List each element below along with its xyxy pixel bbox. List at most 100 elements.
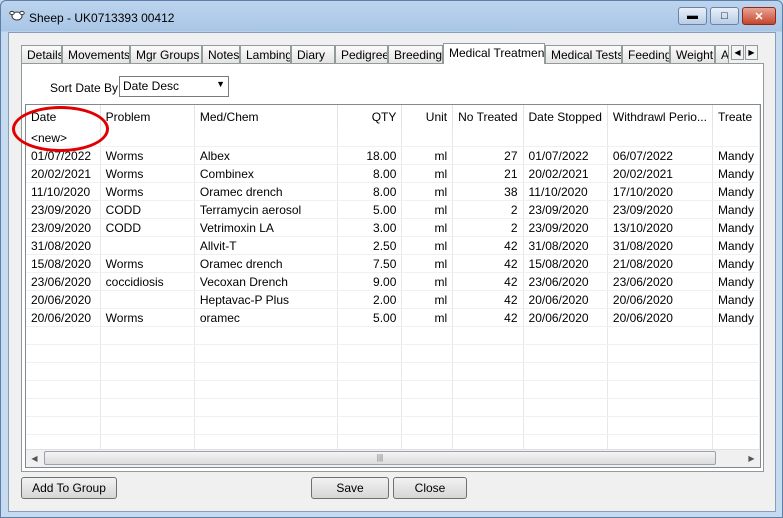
- tab-weight[interactable]: Weight: [670, 45, 715, 63]
- table-cell[interactable]: ml: [401, 272, 454, 291]
- table-cell[interactable]: 2.00: [337, 290, 403, 309]
- add-to-group-button[interactable]: Add To Group: [21, 477, 117, 499]
- table-cell[interactable]: coccidiosis: [100, 272, 195, 291]
- table-cell[interactable]: ml: [401, 236, 454, 255]
- table-cell[interactable]: Mandy: [712, 290, 760, 309]
- table-cell[interactable]: 20/02/2021: [523, 164, 608, 183]
- table-row[interactable]: 23/06/2020 coccidiosis Vecoxan Drench 9.00 m…: [26, 272, 760, 291]
- column-header-problem[interactable]: Problem: [100, 105, 195, 129]
- table-cell[interactable]: 7.50: [337, 254, 403, 273]
- close-window-button[interactable]: ✕: [742, 7, 776, 25]
- tab-pedigree[interactable]: Pedigree: [335, 45, 388, 63]
- tab-movements[interactable]: Movements: [62, 45, 130, 63]
- tab-diary[interactable]: Diary: [291, 45, 335, 63]
- table-cell[interactable]: Oramec drench: [194, 182, 338, 201]
- tab-medical-tests[interactable]: Medical Tests: [545, 45, 622, 63]
- tab-feeding[interactable]: Feeding: [622, 45, 670, 63]
- column-header-unit[interactable]: Unit: [401, 105, 454, 129]
- table-cell[interactable]: 31/08/2020: [26, 236, 101, 255]
- table-cell[interactable]: 23/09/2020: [607, 200, 713, 219]
- table-cell[interactable]: Albex: [194, 146, 338, 165]
- table-row[interactable]: 23/09/2020 CODD Terramycin aerosol 5.00 ml 2 2…: [26, 200, 760, 219]
- scroll-left-icon[interactable]: ◀: [26, 450, 43, 467]
- tab-scroll-right-icon[interactable]: ▶: [745, 45, 758, 60]
- table-cell[interactable]: 11/10/2020: [26, 182, 101, 201]
- table-cell[interactable]: 21: [452, 164, 524, 183]
- table-row[interactable]: 11/10/2020 Worms Oramec drench 8.00 ml 38 11/1…: [26, 182, 760, 201]
- table-cell[interactable]: 23/09/2020: [26, 218, 101, 237]
- table-cell[interactable]: ml: [401, 308, 454, 327]
- table-cell[interactable]: [100, 290, 195, 309]
- table-cell[interactable]: CODD: [100, 218, 195, 237]
- table-cell[interactable]: Mandy: [712, 308, 760, 327]
- table-cell[interactable]: ml: [401, 182, 454, 201]
- table-cell[interactable]: ml: [401, 164, 454, 183]
- tab-mgr-groups[interactable]: Mgr Groups: [130, 45, 202, 63]
- table-cell[interactable]: Mandy: [712, 272, 760, 291]
- table-cell[interactable]: 23/06/2020: [607, 272, 713, 291]
- table-cell[interactable]: 20/06/2020: [26, 290, 101, 309]
- table-cell[interactable]: 42: [452, 290, 524, 309]
- table-cell[interactable]: 42: [452, 272, 524, 291]
- table-cell[interactable]: 31/08/2020: [523, 236, 608, 255]
- table-row[interactable]: 31/08/2020 Allvit-T 2.50 ml 42 31/08/2020 31/0…: [26, 236, 760, 255]
- table-cell[interactable]: ml: [401, 254, 454, 273]
- column-header-no-treated[interactable]: No Treated: [452, 105, 524, 129]
- table-cell[interactable]: ml: [401, 146, 454, 165]
- table-cell[interactable]: 23/09/2020: [26, 200, 101, 219]
- table-cell[interactable]: 8.00: [337, 182, 403, 201]
- scrollbar-thumb[interactable]: |||: [44, 451, 716, 465]
- table-cell[interactable]: 42: [452, 254, 524, 273]
- table-cell[interactable]: 9.00: [337, 272, 403, 291]
- table-cell[interactable]: 23/06/2020: [523, 272, 608, 291]
- column-header-date-stopped[interactable]: Date Stopped: [523, 105, 608, 129]
- title-bar[interactable]: Sheep - UK0713393 00412 ▬ □ ✕: [1, 1, 782, 33]
- new-row-label[interactable]: <new>: [26, 129, 101, 147]
- table-cell[interactable]: 20/06/2020: [523, 290, 608, 309]
- table-cell[interactable]: Mandy: [712, 236, 760, 255]
- table-row[interactable]: 23/09/2020 CODD Vetrimoxin LA 3.00 ml 2 23/09/…: [26, 218, 760, 237]
- table-cell[interactable]: 42: [452, 236, 524, 255]
- table-row[interactable]: 15/08/2020 Worms Oramec drench 7.50 ml 42 15/0…: [26, 254, 760, 273]
- tab-notes[interactable]: Notes: [202, 45, 240, 63]
- table-cell[interactable]: Mandy: [712, 182, 760, 201]
- table-cell[interactable]: 17/10/2020: [607, 182, 713, 201]
- table-cell[interactable]: Mandy: [712, 146, 760, 165]
- maximize-button[interactable]: □: [710, 7, 739, 25]
- scroll-right-icon[interactable]: ▶: [743, 450, 760, 467]
- table-cell[interactable]: Worms: [100, 182, 195, 201]
- table-cell[interactable]: 15/08/2020: [523, 254, 608, 273]
- tab-breeding[interactable]: Breeding: [388, 45, 443, 63]
- table-cell[interactable]: 18.00: [337, 146, 403, 165]
- table-cell[interactable]: ml: [401, 218, 454, 237]
- table-cell[interactable]: Mandy: [712, 200, 760, 219]
- table-cell[interactable]: 20/02/2021: [26, 164, 101, 183]
- table-cell[interactable]: 21/08/2020: [607, 254, 713, 273]
- table-cell[interactable]: 06/07/2022: [607, 146, 713, 165]
- table-cell[interactable]: CODD: [100, 200, 195, 219]
- table-cell[interactable]: 8.00: [337, 164, 403, 183]
- table-cell[interactable]: 42: [452, 308, 524, 327]
- table-cell[interactable]: [100, 236, 195, 255]
- column-header-withdrawl-period[interactable]: Withdrawl Perio...: [607, 105, 713, 129]
- table-cell[interactable]: Mandy: [712, 164, 760, 183]
- table-row[interactable]: 20/02/2021 Worms Combinex 8.00 ml 21 20/02/202…: [26, 164, 760, 183]
- table-cell[interactable]: Worms: [100, 164, 195, 183]
- column-header-qty[interactable]: QTY: [337, 105, 403, 129]
- table-cell[interactable]: Mandy: [712, 254, 760, 273]
- new-row[interactable]: <new>: [26, 129, 760, 147]
- tab-lambing[interactable]: Lambing: [240, 45, 291, 63]
- table-cell[interactable]: Oramec drench: [194, 254, 338, 273]
- table-cell[interactable]: 23/06/2020: [26, 272, 101, 291]
- table-cell[interactable]: 20/06/2020: [607, 290, 713, 309]
- table-cell[interactable]: 20/06/2020: [523, 308, 608, 327]
- table-cell[interactable]: Allvit-T: [194, 236, 338, 255]
- table-cell[interactable]: 2: [452, 200, 524, 219]
- table-cell[interactable]: ml: [401, 200, 454, 219]
- table-row[interactable]: 20/06/2020 Heptavac-P Plus 2.00 ml 42 20/06/2…: [26, 290, 760, 309]
- table-cell[interactable]: 23/09/2020: [523, 218, 608, 237]
- table-cell[interactable]: oramec: [194, 308, 338, 327]
- horizontal-scrollbar[interactable]: ◀ ||| ▶: [26, 449, 760, 467]
- table-cell[interactable]: Heptavac-P Plus: [194, 290, 338, 309]
- table-cell[interactable]: ml: [401, 290, 454, 309]
